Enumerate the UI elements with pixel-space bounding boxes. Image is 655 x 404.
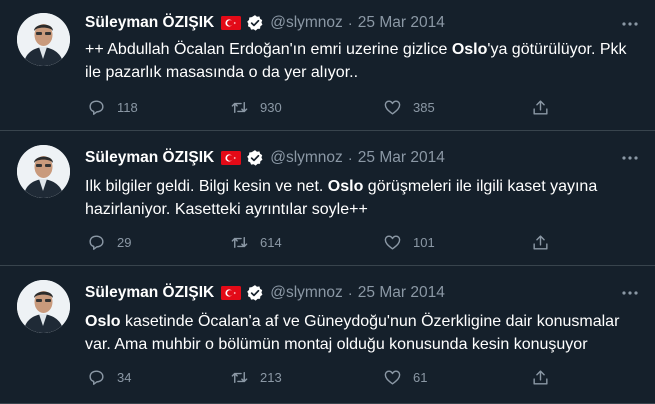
avatar[interactable] xyxy=(17,13,70,66)
turkish-flag-icon xyxy=(221,151,242,165)
tweet-feed: Süleyman ÖZIŞIK @slymnoz · 25 Mar 2014 +… xyxy=(0,0,655,404)
tweet[interactable]: Süleyman ÖZIŞIK @slymnoz · 25 Mar 2014 O… xyxy=(0,266,655,404)
tweet-header: Süleyman ÖZIŞIK @slymnoz · 25 Mar 2014 xyxy=(85,282,445,304)
share-icon xyxy=(533,369,548,385)
retweet-button[interactable]: 213 xyxy=(230,367,282,387)
retweet-count: 930 xyxy=(260,99,282,115)
tweet-text: ++ Abdullah Öcalan Erdoğan'ın emri uzeri… xyxy=(85,38,645,84)
separator-dot: · xyxy=(347,284,353,302)
avatar-photo-icon xyxy=(17,145,70,198)
share-icon xyxy=(533,99,548,115)
tweet[interactable]: Süleyman ÖZIŞIK @slymnoz · 25 Mar 2014 +… xyxy=(0,0,655,131)
tweet[interactable]: Süleyman ÖZIŞIK @slymnoz · 25 Mar 2014 I… xyxy=(0,131,655,266)
tweet-text: Ilk bilgiler geldi. Bilgi kesin ve net. … xyxy=(85,175,645,221)
like-count: 101 xyxy=(413,234,435,250)
like-count: 61 xyxy=(413,369,428,385)
user-handle[interactable]: @slymnoz xyxy=(270,14,343,32)
tweet-text: Oslo kasetinde Öcalan'a af ve Güneydoğu'… xyxy=(85,310,645,356)
tweet-header: Süleyman ÖZIŞIK @slymnoz · 25 Mar 2014 xyxy=(85,147,445,169)
hashtag-link[interactable]: Oslo xyxy=(452,41,488,58)
share-button[interactable] xyxy=(531,232,550,252)
like-button[interactable]: 385 xyxy=(383,97,435,117)
heart-icon xyxy=(384,99,401,115)
share-icon xyxy=(533,234,548,250)
reply-icon xyxy=(89,234,104,250)
retweet-icon xyxy=(231,101,248,113)
reply-count: 29 xyxy=(117,234,132,250)
like-button[interactable]: 101 xyxy=(383,232,435,252)
more-options-icon[interactable] xyxy=(620,150,640,166)
tweet-text-part: ++ Abdullah Öcalan Erdoğan'ın emri uzeri… xyxy=(85,41,452,58)
reply-count: 118 xyxy=(117,99,138,115)
retweet-icon xyxy=(231,371,248,383)
like-count: 385 xyxy=(413,99,435,115)
retweet-button[interactable]: 614 xyxy=(230,232,282,252)
verified-badge-icon xyxy=(247,15,263,31)
heart-icon xyxy=(384,234,401,250)
retweet-count: 213 xyxy=(260,369,282,385)
share-button[interactable] xyxy=(531,367,550,387)
display-name[interactable]: Süleyman ÖZIŞIK xyxy=(85,284,214,302)
more-options-icon[interactable] xyxy=(620,16,640,32)
retweet-icon xyxy=(231,236,248,248)
turkish-flag-icon xyxy=(221,286,242,300)
tweet-date[interactable]: 25 Mar 2014 xyxy=(358,14,445,32)
avatar-photo-icon xyxy=(17,280,70,333)
heart-icon xyxy=(384,369,401,385)
like-button[interactable]: 61 xyxy=(383,367,427,387)
verified-badge-icon xyxy=(247,150,263,166)
user-handle[interactable]: @slymnoz xyxy=(270,284,343,302)
retweet-button[interactable]: 930 xyxy=(230,97,282,117)
hashtag-link[interactable]: Oslo xyxy=(328,178,364,195)
more-options-icon[interactable] xyxy=(620,285,640,301)
user-handle[interactable]: @slymnoz xyxy=(270,149,343,167)
avatar[interactable] xyxy=(17,280,70,333)
tweet-date[interactable]: 25 Mar 2014 xyxy=(358,149,445,167)
display-name[interactable]: Süleyman ÖZIŞIK xyxy=(85,149,214,167)
separator-dot: · xyxy=(347,14,353,32)
hashtag-link[interactable]: Oslo xyxy=(85,313,121,330)
avatar-photo-icon xyxy=(17,13,70,66)
tweet-header: Süleyman ÖZIŞIK @slymnoz · 25 Mar 2014 xyxy=(85,12,445,34)
reply-button[interactable]: 34 xyxy=(87,367,131,387)
retweet-count: 614 xyxy=(260,234,282,250)
verified-badge-icon xyxy=(247,285,263,301)
reply-button[interactable]: 118 xyxy=(87,97,138,117)
avatar[interactable] xyxy=(17,145,70,198)
tweet-text-part: Ilk bilgiler geldi. Bilgi kesin ve net. xyxy=(85,178,328,195)
reply-count: 34 xyxy=(117,369,132,385)
tweet-date[interactable]: 25 Mar 2014 xyxy=(358,284,445,302)
share-button[interactable] xyxy=(531,97,550,117)
tweet-text-part: kasetinde Öcalan'a af ve Güneydoğu'nun Ö… xyxy=(85,313,620,353)
reply-button[interactable]: 29 xyxy=(87,232,131,252)
reply-icon xyxy=(89,369,104,385)
turkish-flag-icon xyxy=(221,16,242,30)
display-name[interactable]: Süleyman ÖZIŞIK xyxy=(85,14,214,32)
reply-icon xyxy=(89,99,104,115)
separator-dot: · xyxy=(347,149,353,167)
